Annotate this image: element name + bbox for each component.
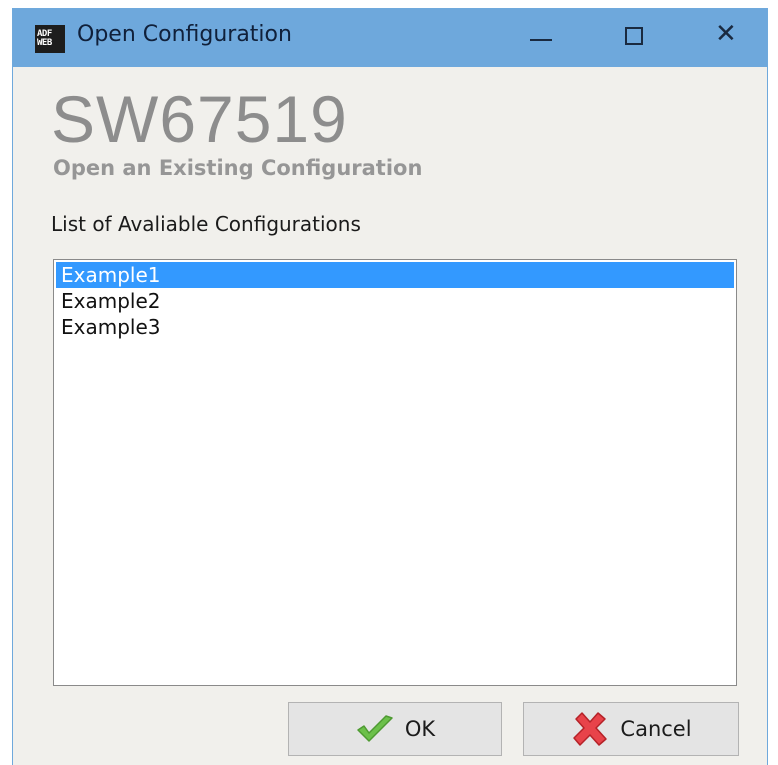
title-bar[interactable]: ADF WEB Open Configuration ✕ <box>13 9 767 67</box>
ok-button[interactable]: OK <box>288 702 502 756</box>
green-check-icon <box>357 715 393 742</box>
list-item[interactable]: Example1 <box>56 262 734 288</box>
close-button[interactable]: ✕ <box>697 17 757 61</box>
cancel-button[interactable]: Cancel <box>523 702 739 756</box>
list-item[interactable]: Example3 <box>56 314 734 340</box>
configurations-listbox[interactable]: Example1 Example2 Example3 <box>53 259 737 686</box>
ok-button-label: OK <box>404 717 436 741</box>
maximize-button[interactable] <box>603 17 663 61</box>
dialog-window: ADF WEB Open Configuration ✕ SW67519 Ope… <box>12 8 768 765</box>
app-icon-text-bottom: WEB <box>37 38 52 48</box>
app-icon: ADF WEB <box>35 25 65 53</box>
minimize-icon <box>530 39 552 41</box>
list-item[interactable]: Example2 <box>56 288 734 314</box>
close-icon: ✕ <box>715 19 737 49</box>
window-title: Open Configuration <box>77 22 292 47</box>
cancel-button-label: Cancel <box>620 717 692 741</box>
list-label: List of Avaliable Configurations <box>51 212 361 236</box>
red-x-icon <box>573 712 608 746</box>
dialog-subtitle: Open an Existing Configuration <box>53 156 423 180</box>
maximize-icon <box>625 27 643 45</box>
minimize-button[interactable] <box>508 17 568 61</box>
product-name: SW67519 <box>51 82 348 156</box>
